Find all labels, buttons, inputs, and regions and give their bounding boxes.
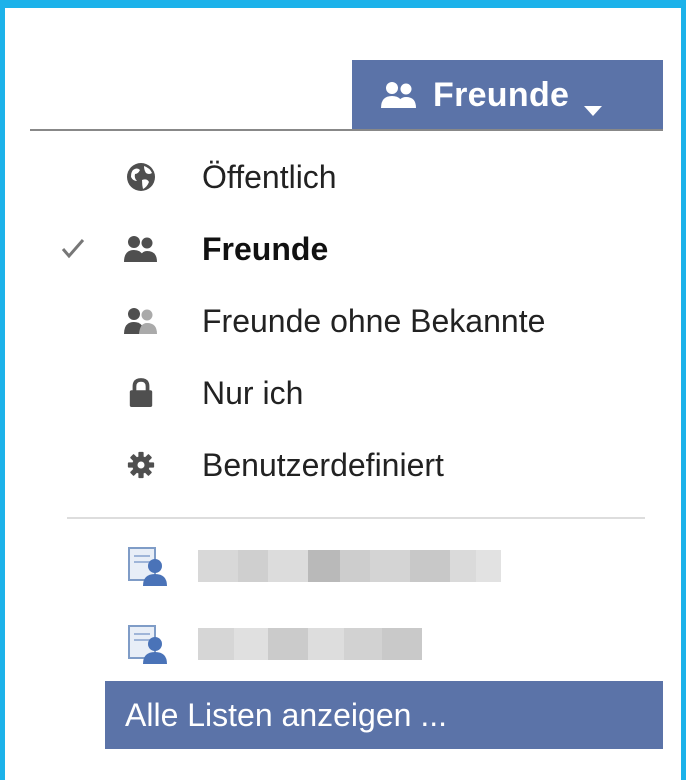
show-all-lists-item[interactable]: Alle Listen anzeigen ... <box>105 681 663 749</box>
friend-list-item[interactable] <box>5 616 663 666</box>
menu-item-label: Benutzerdefiniert <box>202 446 444 483</box>
menu-item-custom[interactable]: Benutzerdefiniert <box>5 429 663 501</box>
friend-list-icon <box>125 544 173 588</box>
menu-top-border <box>30 129 663 131</box>
checkmark-icon <box>60 236 86 262</box>
menu-item-label: Nur ich <box>202 374 304 411</box>
menu-item-only-me[interactable]: Nur ich <box>5 357 663 429</box>
globe-icon <box>123 159 159 195</box>
audience-selector-button[interactable]: Freunde <box>352 60 663 130</box>
friends-icon <box>379 80 419 110</box>
friend-list-item[interactable] <box>5 538 663 588</box>
menu-item-friends[interactable]: Freunde <box>5 213 663 285</box>
redacted-list-name <box>198 550 501 582</box>
audience-selector-label: Freunde <box>433 75 570 114</box>
menu-item-friends-except-acquaintances[interactable]: Freunde ohne Bekannte <box>5 285 663 357</box>
redacted-list-name <box>198 628 422 660</box>
caret-down-icon <box>583 88 603 116</box>
lock-icon <box>123 375 159 411</box>
friends-except-acquaintances-icon <box>123 303 159 339</box>
gear-icon <box>123 447 159 483</box>
show-all-lists-label: Alle Listen anzeigen ... <box>125 696 447 733</box>
menu-item-label: Öffentlich <box>202 158 337 195</box>
menu-divider <box>67 517 645 519</box>
menu-item-label: Freunde ohne Bekannte <box>202 302 546 339</box>
friend-list-icon <box>125 622 173 666</box>
menu-item-public[interactable]: Öffentlich <box>5 141 663 213</box>
friends-icon <box>123 231 159 267</box>
menu-item-label: Freunde <box>202 230 329 267</box>
window-frame: Freunde Öffentlich Freunde Freunde ohne … <box>0 0 686 780</box>
